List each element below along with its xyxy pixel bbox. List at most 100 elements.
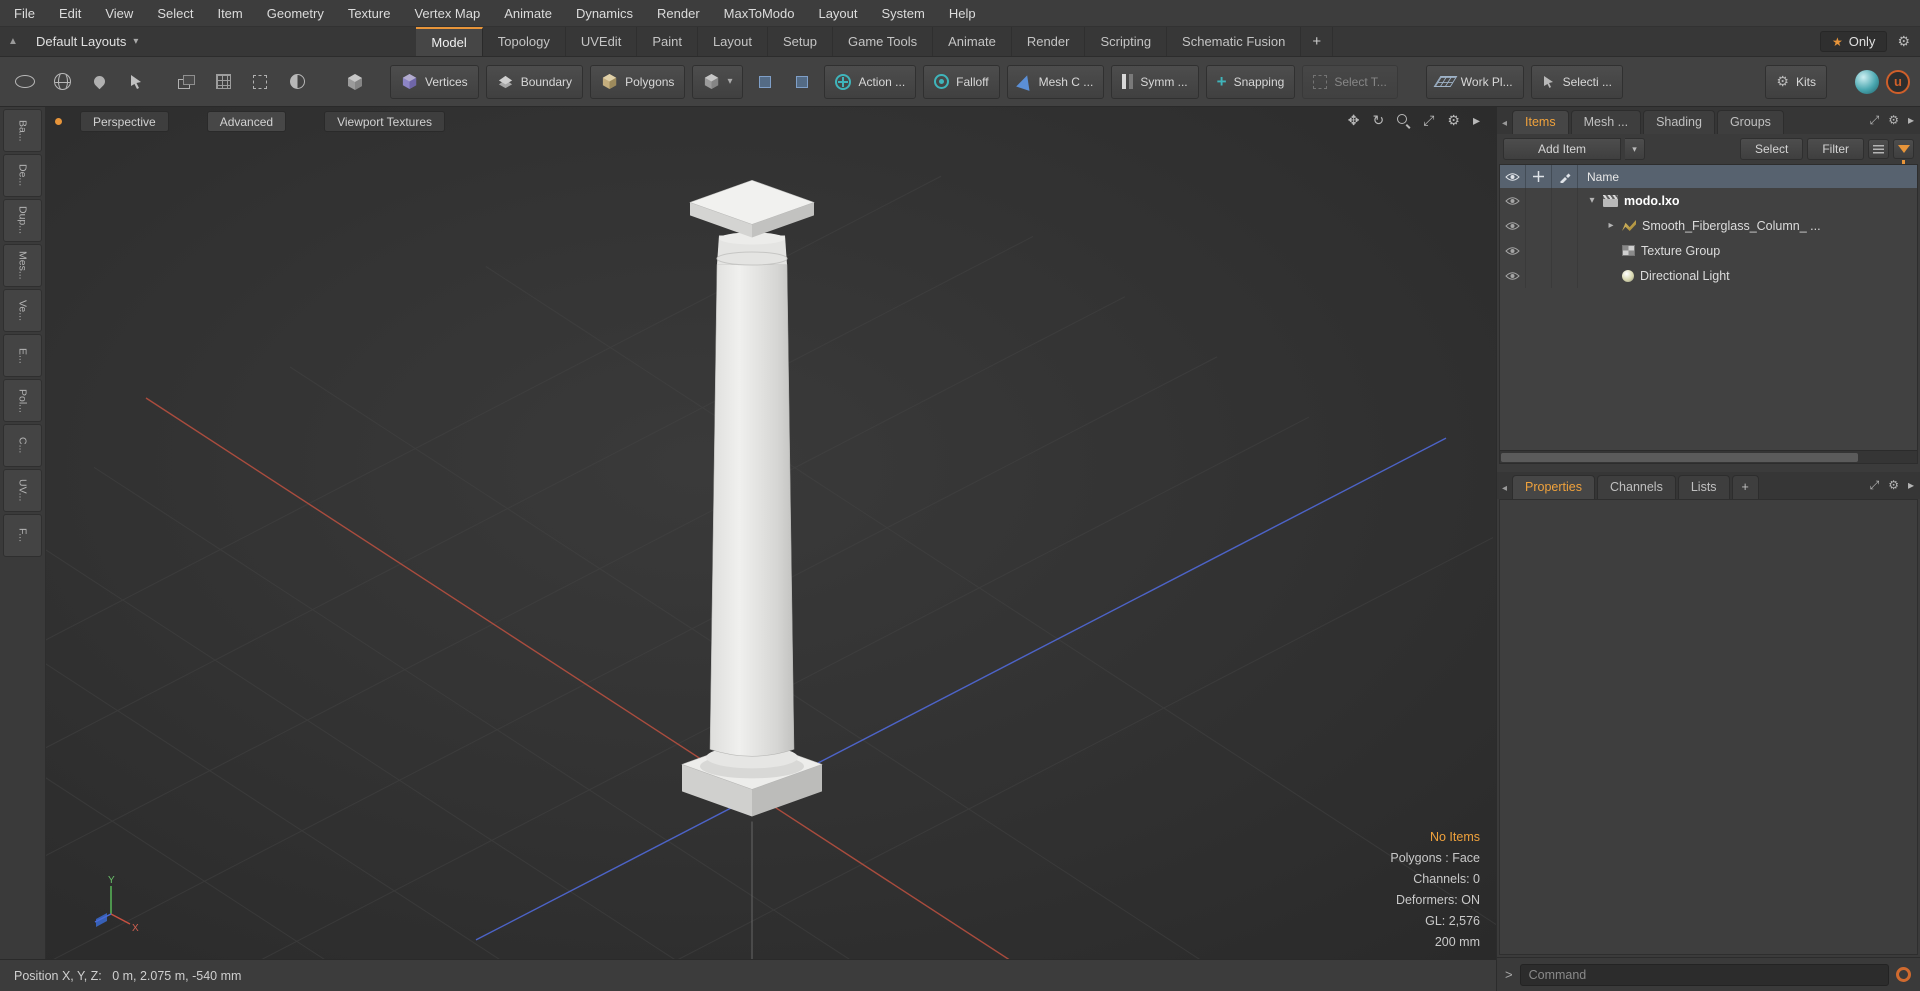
menu-item-texture[interactable]: Texture (348, 6, 391, 21)
menu-item-help[interactable]: Help (949, 6, 976, 21)
grid-tool-button[interactable] (208, 66, 238, 98)
command-history-icon[interactable] (1896, 967, 1911, 982)
list-options-button[interactable] (1868, 139, 1889, 159)
toolbox-tab-curve[interactable]: C... (3, 424, 42, 467)
only-toggle[interactable]: ★ Only (1819, 31, 1888, 52)
panel-gear-icon[interactable]: ⚙ (1888, 478, 1899, 493)
command-input[interactable] (1519, 963, 1889, 986)
falloff-button[interactable]: Falloff (923, 64, 1000, 99)
menu-item-layout[interactable]: Layout (818, 6, 857, 21)
vertices-button[interactable]: Vertices (390, 64, 479, 99)
tab-channels[interactable]: Channels (1597, 475, 1676, 499)
select-through-button[interactable]: Select T... (1302, 64, 1398, 99)
copy-tool-button[interactable] (171, 66, 201, 98)
cube-mode-button[interactable] (340, 66, 370, 98)
tab-groups[interactable]: Groups (1716, 110, 1784, 134)
tab-properties[interactable]: Properties (1512, 475, 1596, 499)
tab-layout[interactable]: Layout (698, 27, 768, 56)
menu-item-maxtomodo[interactable]: MaxToModo (724, 6, 795, 21)
visibility-toggle[interactable] (1500, 238, 1526, 263)
work-plane-button[interactable]: Work Pl... (1425, 64, 1524, 99)
tab-schematic-fusion[interactable]: Schematic Fusion (1167, 27, 1302, 56)
set-a-button[interactable] (750, 66, 780, 98)
panel-flyout-icon[interactable]: ▸ (1908, 113, 1914, 128)
toolbox-tab-duplicate[interactable]: Dup... (3, 199, 42, 242)
drop-tool-button[interactable] (84, 66, 114, 98)
scrollbar-thumb[interactable] (1501, 452, 1858, 462)
tab-lists[interactable]: Lists (1677, 475, 1730, 499)
viewport-gear-icon[interactable]: ⚙ (1447, 112, 1460, 129)
tab-items[interactable]: Items (1512, 110, 1569, 134)
panel-flyout-icon[interactable]: ▸ (1908, 478, 1914, 493)
half-circle-tool-button[interactable] (282, 66, 312, 98)
globe-tool-button[interactable] (47, 66, 77, 98)
visibility-toggle[interactable] (1500, 188, 1526, 213)
menu-item-dynamics[interactable]: Dynamics (576, 6, 633, 21)
toolbox-tab-fusion[interactable]: F... (3, 514, 42, 557)
chevron-left-icon[interactable]: ◂ (1501, 118, 1510, 134)
gear-icon[interactable]: ⚙ (1897, 33, 1910, 50)
disclosure-closed-icon[interactable]: ▸ (1606, 220, 1616, 231)
selection-sets-button[interactable]: Selecti ... (1530, 64, 1623, 99)
marquee-tool-button[interactable] (245, 66, 275, 98)
menu-item-select[interactable]: Select (157, 6, 193, 21)
menu-item-edit[interactable]: Edit (59, 6, 81, 21)
tab-uvedit[interactable]: UVEdit (566, 27, 638, 56)
panel-gear-icon[interactable]: ⚙ (1888, 113, 1899, 128)
menu-item-system[interactable]: System (882, 6, 925, 21)
menu-item-item[interactable]: Item (217, 6, 242, 21)
cursor-tool-button[interactable] (121, 66, 151, 98)
item-row-mesh[interactable]: ▸ Smooth_Fiberglass_Column_ ... (1500, 213, 1917, 238)
boundary-button[interactable]: Boundary (485, 64, 584, 99)
menu-item-animate[interactable]: Animate (504, 6, 552, 21)
tab-paint[interactable]: Paint (637, 27, 698, 56)
tab-render[interactable]: Render (1012, 27, 1086, 56)
new-panel-tab-button[interactable]: + (1731, 475, 1759, 499)
toolbox-tab-uv[interactable]: UV... (3, 469, 42, 512)
menu-item-vertex-map[interactable]: Vertex Map (414, 6, 480, 21)
set-b-button[interactable] (787, 66, 817, 98)
3d-viewport[interactable]: Perspective Advanced Viewport Textures ✥… (46, 107, 1496, 959)
kits-button[interactable]: ⚙ Kits (1765, 64, 1827, 99)
menu-item-render[interactable]: Render (657, 6, 700, 21)
tab-animate[interactable]: Animate (933, 27, 1012, 56)
viewport-textures-button[interactable]: Viewport Textures (324, 111, 446, 132)
ellipse-tool-button[interactable] (10, 66, 40, 98)
zoom-icon[interactable] (1397, 114, 1410, 127)
name-column-header[interactable]: Name (1587, 170, 1619, 184)
viewport-flyout-icon[interactable]: ▸ (1473, 112, 1480, 129)
toolbox-tab-polygon[interactable]: Pol... (3, 379, 42, 422)
mesh-constraint-button[interactable]: Mesh C ... (1006, 64, 1105, 99)
symmetry-button[interactable]: Symm ... (1111, 64, 1199, 99)
tab-game-tools[interactable]: Game Tools (833, 27, 934, 56)
tab-mesh-ops[interactable]: Mesh ... (1570, 110, 1642, 134)
item-row-directional-light[interactable]: Directional Light (1500, 263, 1917, 288)
disclosure-open-icon[interactable]: ▾ (1587, 195, 1597, 206)
modo-badge-button[interactable]: u (1886, 69, 1910, 94)
item-mode-cube-button[interactable]: ▾ (692, 64, 744, 99)
menu-item-file[interactable]: File (14, 6, 35, 21)
tree-horizontal-scrollbar[interactable] (1500, 450, 1917, 463)
toolbox-tab-vertex[interactable]: Ve... (3, 289, 42, 332)
tab-shading[interactable]: Shading (1643, 110, 1715, 134)
add-item-dropdown[interactable]: ▾ (1625, 138, 1645, 160)
pin-layout-icon[interactable]: ▲ (0, 27, 26, 56)
chevron-left-icon[interactable]: ◂ (1501, 483, 1510, 499)
filter-button[interactable]: Filter (1807, 138, 1864, 160)
maximize-icon[interactable]: ⤢ (1423, 112, 1434, 129)
rotate-icon[interactable]: ↻ (1372, 112, 1384, 129)
tab-topology[interactable]: Topology (483, 27, 566, 56)
preview-sphere-button[interactable] (1855, 69, 1879, 94)
new-layout-tab-button[interactable]: + (1301, 27, 1334, 56)
perspective-view-button[interactable]: Perspective (80, 111, 169, 132)
visibility-toggle[interactable] (1500, 213, 1526, 238)
add-item-button[interactable]: Add Item (1503, 138, 1621, 160)
expand-panel-icon[interactable]: ⤢ (1870, 478, 1880, 493)
pan-move-icon[interactable]: ✥ (1348, 112, 1360, 129)
select-button[interactable]: Select (1739, 138, 1804, 160)
polygons-button[interactable]: Polygons (590, 64, 686, 99)
item-row-texture-group[interactable]: Texture Group (1500, 238, 1917, 263)
toolbox-tab-edge[interactable]: E... (3, 334, 42, 377)
menu-item-view[interactable]: View (105, 6, 133, 21)
shading-mode-button[interactable]: Advanced (206, 111, 287, 132)
